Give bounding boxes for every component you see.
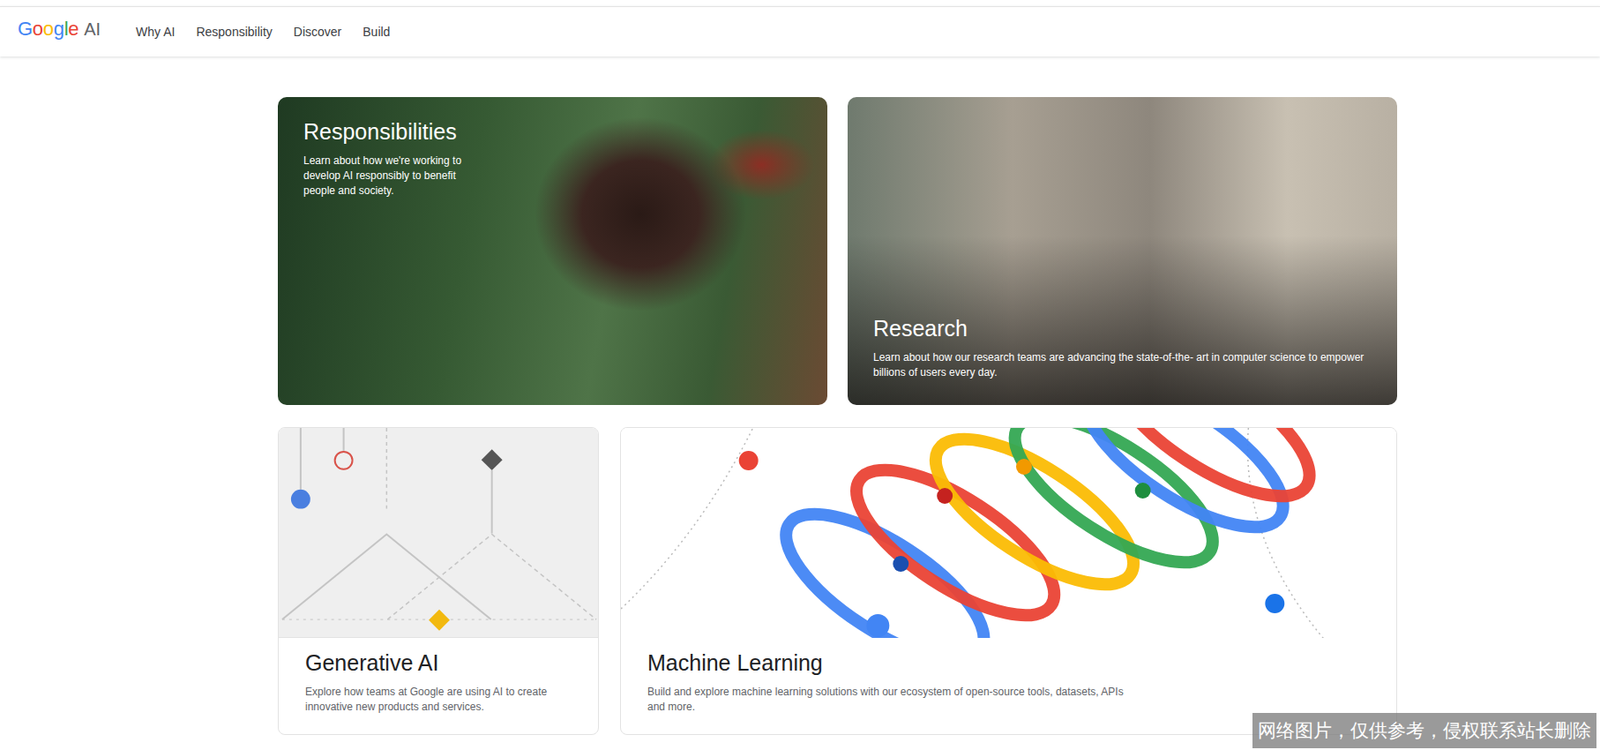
card-title: Machine Learning — [647, 650, 1370, 676]
nav-item[interactable]: Discover — [293, 21, 342, 43]
watermark: 网络图片，仅供参考，侵权联系站长删除 — [1252, 712, 1597, 748]
card-title: Research — [873, 315, 1371, 342]
logo-letter: G — [17, 17, 33, 40]
nav-item[interactable]: Why AI — [135, 21, 175, 43]
card-grid: Responsibilities Learn about how we're wo… — [277, 97, 1398, 735]
feature-card[interactable]: Machine Learning Build and explore machin… — [620, 426, 1398, 735]
logo-brand: Google — [17, 17, 79, 41]
nav-item[interactable]: Responsibility — [195, 21, 272, 43]
card-description: Explore how teams at Google are using AI… — [305, 684, 572, 715]
logo-letter: o — [32, 17, 44, 40]
card-body: Generative AI Explore how teams at Google… — [278, 637, 599, 733]
logo-letter: e — [67, 17, 79, 40]
page: GoogleAI Why AI Responsibility Discover Buil… — [0, 0, 1600, 750]
logo[interactable]: GoogleAI — [17, 17, 101, 41]
card-title: Responsibilities — [303, 119, 801, 145]
card-description: Learn about how our research teams are a… — [873, 350, 1371, 381]
logo-product: AI — [83, 19, 101, 40]
card-description: Learn about how we're working to develop… — [303, 153, 464, 199]
top-bar: GoogleAI Why AI Responsibility Discover Buil… — [0, 6, 1600, 57]
nav-item[interactable]: Build — [362, 21, 390, 43]
card-illustration — [278, 427, 599, 638]
shapes-illustration-icon — [278, 427, 599, 637]
card-row: Responsibilities Learn about how we're wo… — [277, 97, 1398, 405]
card-row: Generative AI Explore how teams at Google… — [277, 426, 1398, 735]
feature-card[interactable]: Responsibilities Learn about how we're wo… — [277, 97, 828, 405]
loops-illustration-icon — [620, 427, 1397, 638]
card-title: Generative AI — [305, 650, 572, 676]
feature-card[interactable]: Research Learn about how our research tea… — [847, 97, 1398, 405]
logo-letter: g — [53, 17, 65, 40]
card-illustration — [620, 427, 1397, 638]
logo-letter: o — [43, 17, 54, 40]
main-nav: Why AI Responsibility Discover Build — [135, 21, 390, 43]
card-description: Build and explore machine learning solut… — [647, 684, 1142, 715]
feature-card[interactable]: Generative AI Explore how teams at Google… — [277, 426, 599, 735]
logo-letter: l — [64, 17, 69, 40]
